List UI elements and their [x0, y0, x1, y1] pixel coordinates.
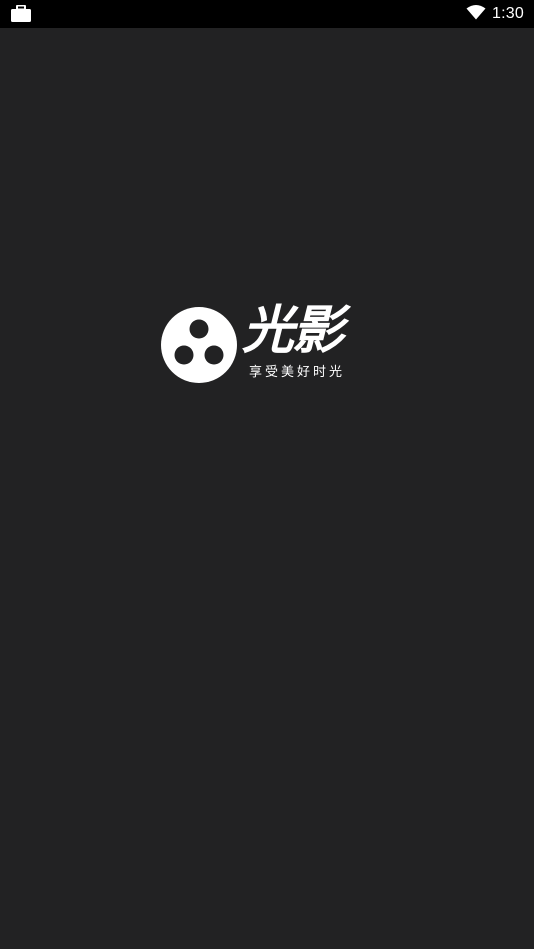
clock: 1:30 [492, 5, 524, 22]
briefcase-icon [10, 4, 32, 23]
status-bar: 1:30 [0, 0, 534, 28]
splash-logo: 光影 享受美好时光 [161, 301, 375, 387]
status-icons: 1:30 [466, 0, 524, 28]
splash-screen: 1:30 光影 享受美好时光 [0, 0, 534, 949]
film-reel-logo-icon [161, 307, 237, 383]
brand-name: 光影 [242, 301, 344, 361]
wifi-icon [466, 4, 486, 24]
slogan: 享受美好时光 [249, 365, 346, 380]
